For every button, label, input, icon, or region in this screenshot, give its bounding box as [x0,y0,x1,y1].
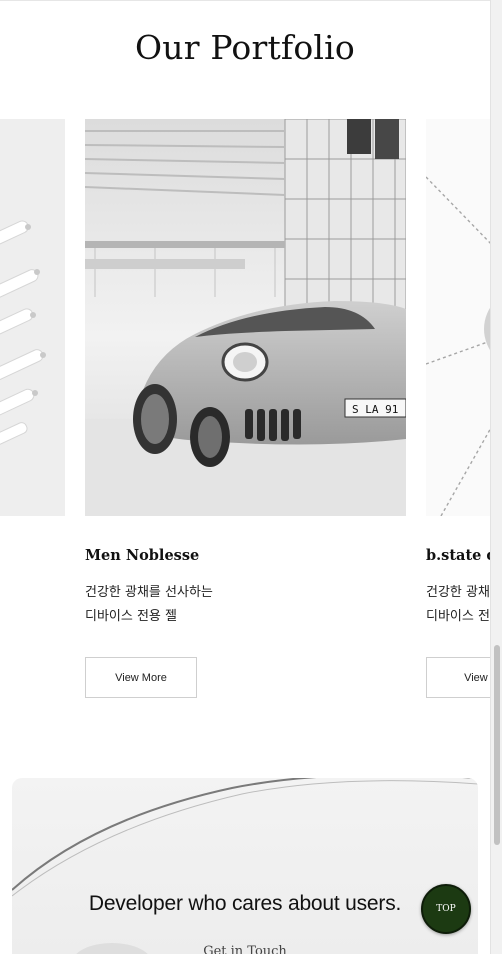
scroll-to-top-button[interactable]: TOP [421,884,471,934]
contact-banner: Developer who cares about users. Get in … [12,778,478,954]
scrollbar[interactable] [490,0,502,954]
portfolio-card-description: 건강한 광채 디바이스 전 [426,581,490,629]
portfolio-image-abstract[interactable] [0,119,65,516]
banner-title: Developer who cares about users. [88,892,402,915]
portfolio-card-title: Men Noblesse [85,547,200,564]
portfolio-image-sports-car[interactable]: S LA 91 [85,119,406,516]
description-line-1: 건강한 광채 [426,585,490,600]
top-divider [0,0,490,1]
portfolio-card-description: 건강한 광채를 선사하는 디바이스 전용 젤 [85,581,213,629]
page: Our Portfolio S LA 91 Men Noblesse 건강한 광… [0,0,490,954]
description-line-1: 건강한 광채를 선사하는 [85,585,213,600]
scrollbar-thumb[interactable] [494,645,500,845]
get-in-touch-link[interactable]: Get in Touch [12,944,478,954]
description-line-2: 디바이스 전용 젤 [85,609,177,624]
portfolio-image-geometric[interactable] [426,119,490,516]
portfolio-card-title: b.state des [426,547,490,564]
view-more-button[interactable]: View More [85,657,197,698]
svg-text:S LA 91: S LA 91 [352,403,398,416]
description-line-2: 디바이스 전 [426,609,490,624]
view-more-button[interactable]: View M [426,657,490,698]
section-title: Our Portfolio [134,28,355,67]
